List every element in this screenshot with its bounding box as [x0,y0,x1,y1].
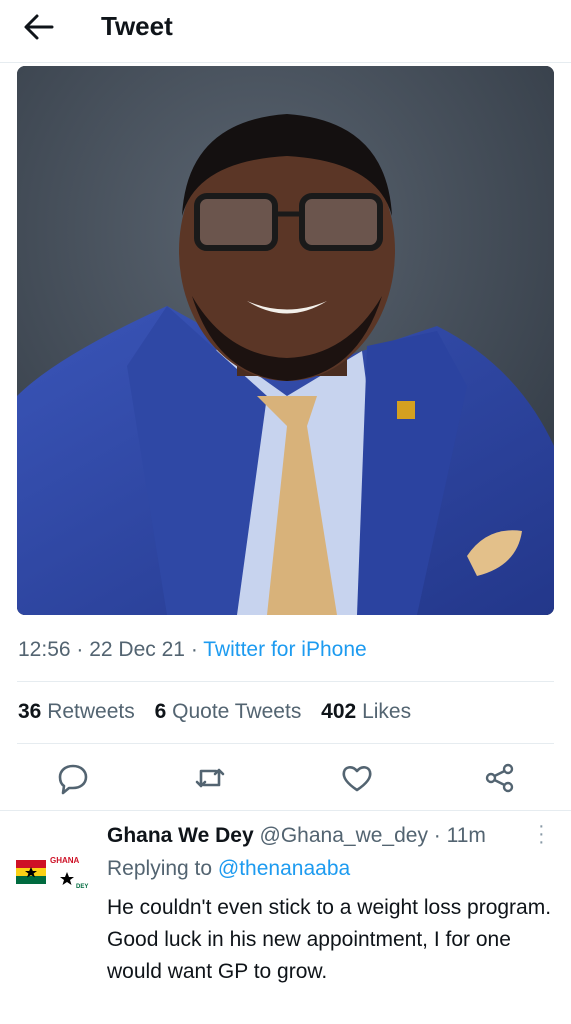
arrow-left-icon [24,14,54,40]
like-button[interactable] [339,760,375,796]
likes-count: 402 [321,700,357,723]
replying-to-label: Replying to [107,857,213,880]
page-title: Tweet [101,11,173,41]
retweets-count: 36 [18,700,42,723]
avatar-logo-text: GHANA [50,856,80,865]
tweet-time: 12:56 [18,638,71,661]
meta-separator: · [190,638,204,661]
like-icon [342,766,372,792]
back-button[interactable] [22,12,56,42]
reply-avatar[interactable]: GHANA DEY [12,852,90,894]
reply-time: 11m [446,824,486,847]
replying-to-mention[interactable]: @thenanaaba [218,857,350,880]
header-bar: Tweet [0,0,571,63]
divider [17,743,554,744]
retweet-icon [195,768,225,788]
avatar-logo-subtext: DEY [76,884,88,890]
tweet-date: 22 Dec 21 [89,638,185,661]
likes-label: Likes [362,700,412,723]
share-button[interactable] [482,760,518,796]
tweet-source-link[interactable]: Twitter for iPhone [203,638,366,661]
retweets-stat[interactable]: 36 Retweets [18,700,135,723]
reply-header: Ghana We Dey @Ghana_we_dey · 11m [107,824,486,848]
reply-text: He couldn't even stick to a weight loss … [107,896,552,983]
share-icon [485,763,514,793]
reply-icon [58,764,88,795]
quotes-label: Quote Tweets [172,700,302,723]
divider [0,810,571,811]
divider [17,681,554,682]
reply-button[interactable] [55,760,91,796]
likes-stat[interactable]: 402 Likes [321,700,411,723]
replying-to: Replying to @thenanaaba [107,857,350,881]
more-options-icon[interactable]: · · · [538,816,545,852]
tweet-stats: 36 Retweets 6 Quote Tweets 402 Likes [18,700,425,724]
meta-separator: · [76,638,90,661]
tweet-photo[interactable] [17,66,554,615]
reply-author-name[interactable]: Ghana We Dey [107,824,254,847]
reply-author-handle[interactable]: @Ghana_we_dey [260,824,428,847]
quotes-count: 6 [154,700,167,723]
quote-tweets-stat[interactable]: 6 Quote Tweets [155,700,302,723]
retweets-label: Retweets [47,700,135,723]
retweet-button[interactable] [192,760,228,796]
portrait-image [17,66,554,615]
meta-separator: · [433,824,447,847]
tweet-meta: 12:56 · 22 Dec 21 · Twitter for iPhone [18,638,367,662]
